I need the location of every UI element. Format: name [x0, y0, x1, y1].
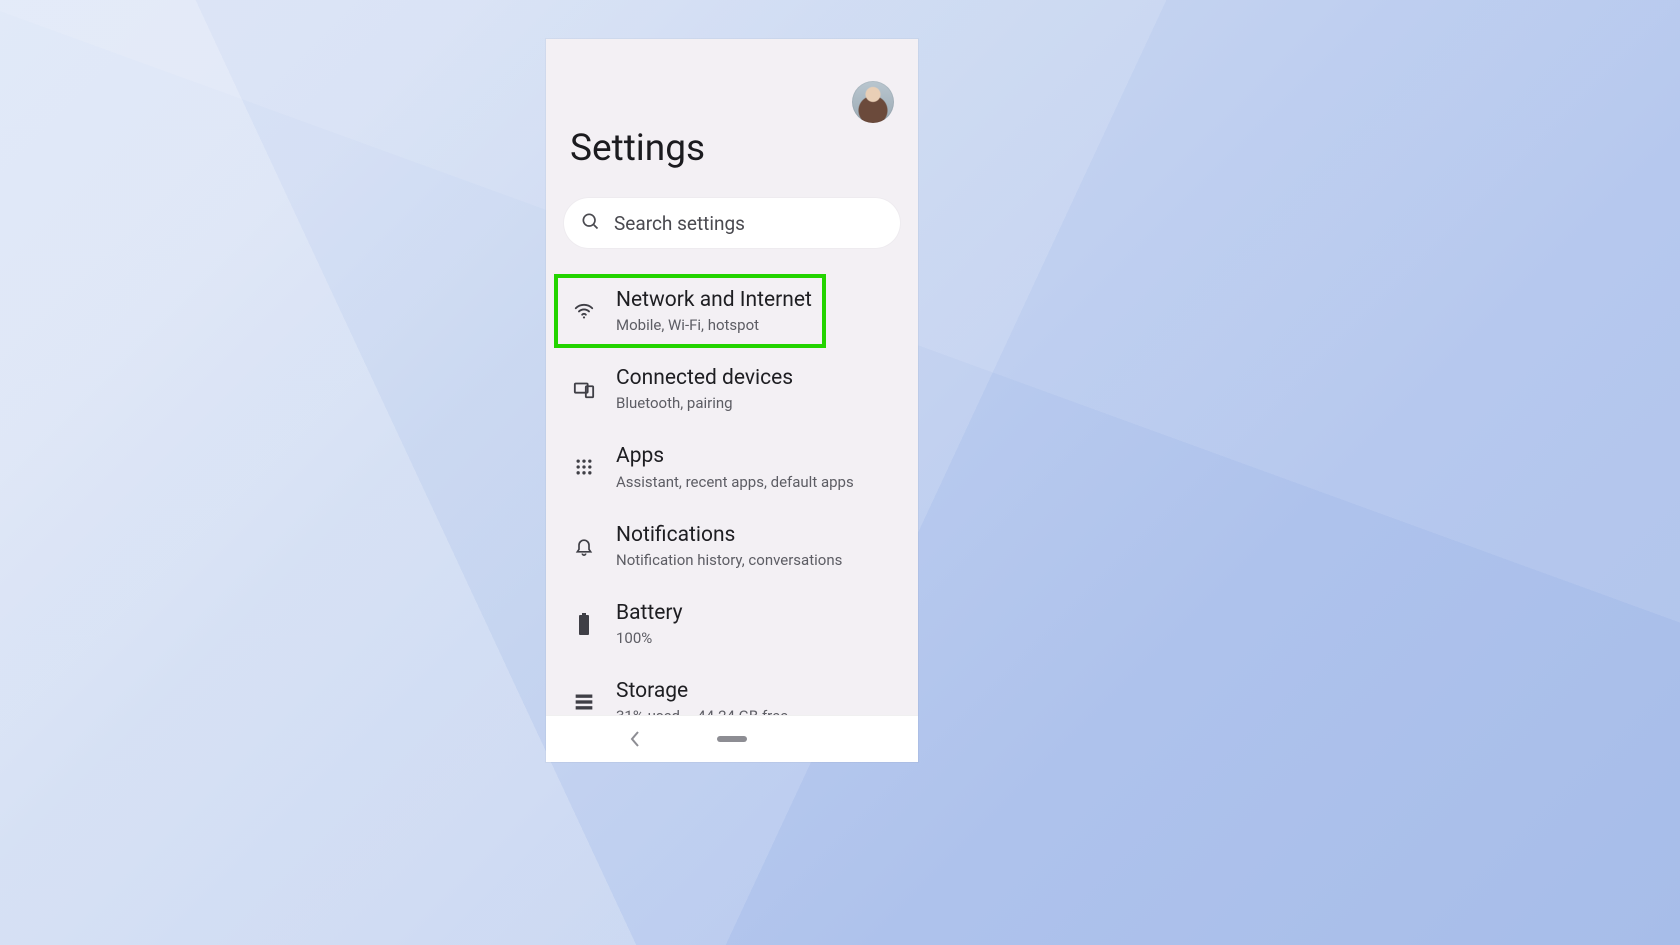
- search-icon: [580, 211, 600, 235]
- wifi-icon: [570, 300, 598, 322]
- item-notifications[interactable]: Notifications Notification history, conv…: [546, 507, 918, 585]
- page-title: Settings: [570, 127, 894, 170]
- item-label: Apps: [616, 444, 854, 469]
- profile-avatar[interactable]: [852, 81, 894, 123]
- item-label: Connected devices: [616, 366, 793, 391]
- item-label: Notifications: [616, 523, 842, 548]
- item-label: Network and Internet: [616, 288, 812, 313]
- item-subtitle: Mobile, Wi-Fi, hotspot: [616, 316, 812, 334]
- item-connected-devices[interactable]: Connected devices Bluetooth, pairing: [546, 350, 918, 428]
- battery-icon: [570, 613, 598, 635]
- phone-screen: Settings Search settings Network and Int…: [546, 39, 918, 762]
- storage-icon: [570, 693, 598, 711]
- apps-grid-icon: [570, 457, 598, 477]
- devices-icon: [570, 378, 598, 400]
- settings-list: Network and Internet Mobile, Wi-Fi, hots…: [546, 272, 918, 762]
- search-settings[interactable]: Search settings: [564, 198, 900, 248]
- back-button[interactable]: [628, 730, 642, 752]
- item-label: Storage: [616, 679, 788, 704]
- item-network-and-internet[interactable]: Network and Internet Mobile, Wi-Fi, hots…: [546, 272, 918, 350]
- search-placeholder: Search settings: [614, 212, 745, 235]
- item-battery[interactable]: Battery 100%: [546, 585, 918, 663]
- item-subtitle: Bluetooth, pairing: [616, 394, 793, 412]
- item-label: Battery: [616, 601, 683, 626]
- item-subtitle: Notification history, conversations: [616, 551, 842, 569]
- item-apps[interactable]: Apps Assistant, recent apps, default app…: [546, 428, 918, 506]
- item-subtitle: 100%: [616, 629, 683, 647]
- settings-header: Settings: [546, 39, 918, 170]
- home-gesture-pill[interactable]: [717, 736, 747, 742]
- android-nav-bar: [546, 715, 918, 762]
- bell-icon: [570, 535, 598, 557]
- item-subtitle: Assistant, recent apps, default apps: [616, 473, 854, 491]
